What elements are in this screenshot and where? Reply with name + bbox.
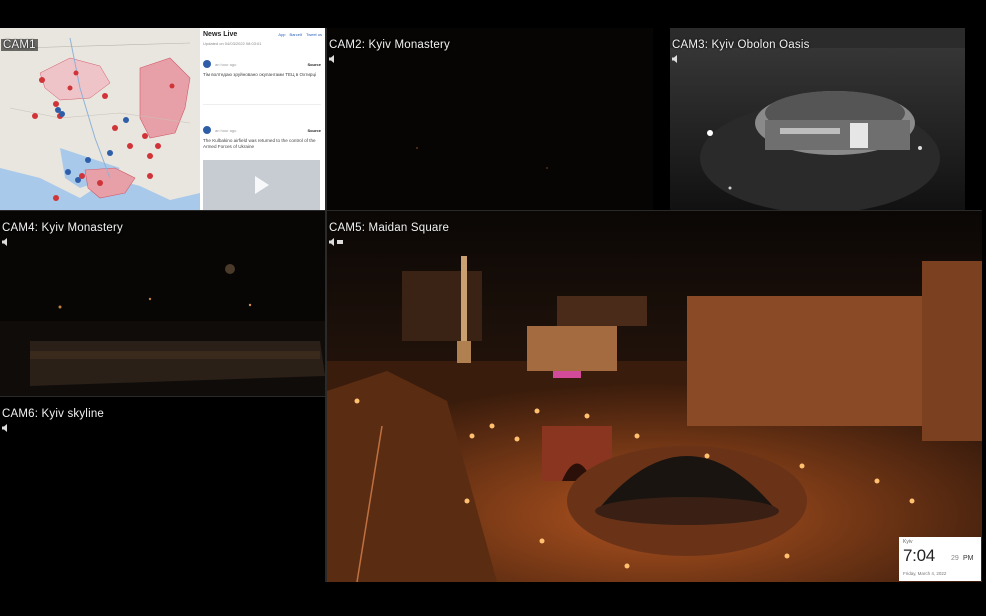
source-avatar-icon (203, 60, 211, 68)
news-nav-app[interactable]: App (278, 32, 285, 37)
speaker-icon[interactable] (2, 424, 14, 432)
news-updated: Updated on 04/03/2022 08:03:01 (203, 41, 262, 46)
clock-city: Kyiv (903, 539, 913, 545)
news-item-text: The Kulbakino airfield was returned to t… (203, 138, 316, 149)
grid-divider (0, 210, 982, 211)
news-nav-barcelt[interactable]: Barcelt (290, 32, 302, 37)
clock-date: Friday, March 4, 2022 (903, 571, 947, 576)
news-item[interactable]: an hour ago Source Тім волтедаю зруйнова… (203, 60, 321, 78)
cam5-video (327, 211, 982, 582)
cam6-feed[interactable]: CAM6: Kyiv skyline (0, 397, 325, 582)
source-avatar-icon (203, 126, 211, 134)
news-item[interactable]: an hour ago Source The Kulbakino airfiel… (203, 126, 321, 150)
cam3-feed[interactable]: CAM3: Kyiv Obolon Oasis (670, 28, 965, 210)
news-item-text: Тім волтедаю зруйновано окупантами ТЕЦ в… (203, 72, 317, 77)
speaker-icon[interactable] (672, 55, 684, 63)
news-item-time: an hour ago (215, 128, 237, 133)
cam-label: CAM5: Maidan Square (329, 222, 450, 234)
cam-label: CAM1 (1, 39, 38, 51)
news-nav: App Barcelt Tweet us (274, 32, 322, 37)
grid-divider (0, 396, 325, 397)
news-title: News Live (203, 31, 238, 38)
news-divider (203, 104, 321, 105)
play-icon[interactable] (255, 176, 269, 194)
speaker-icon[interactable] (2, 238, 14, 246)
cam-label: CAM2: Kyiv Monastery (329, 39, 450, 51)
news-nav-tweet[interactable]: Tweet us (306, 32, 322, 37)
clock-seconds: 29 (951, 555, 959, 562)
cam4-feed[interactable]: CAM4: Kyiv Monastery (0, 211, 325, 396)
clock-widget: Kyiv 7:04 29 PM Friday, March 4, 2022 (899, 537, 981, 581)
camera-grid: News Live App Barcelt Tweet us Updated on … (0, 28, 982, 582)
cam2-feed[interactable]: CAM2: Kyiv Monastery (327, 28, 653, 210)
war-map[interactable] (0, 28, 200, 210)
grid-divider (325, 28, 327, 582)
news-item-source[interactable]: Source (307, 62, 321, 67)
cam3-video (670, 28, 965, 210)
news-item-source[interactable]: Source (307, 128, 321, 133)
news-item-time: an hour ago (215, 62, 237, 67)
clock-time: 7:04 (903, 546, 935, 565)
news-live-panel: News Live App Barcelt Tweet us Updated on … (200, 28, 325, 210)
cam-label: CAM3: Kyiv Obolon Oasis (672, 39, 810, 51)
speaker-icon[interactable] (329, 238, 343, 246)
news-video-thumbnail[interactable] (203, 160, 320, 210)
clock-ampm: PM (963, 555, 974, 562)
cam-label: CAM6: Kyiv skyline (2, 408, 105, 420)
speaker-icon[interactable] (329, 55, 341, 63)
cam2-video (327, 28, 653, 210)
cam4-video (0, 211, 325, 396)
cam1-feed[interactable]: News Live App Barcelt Tweet us Updated on … (0, 28, 325, 210)
cam5-feed[interactable]: CAM5: Maidan Square Kyiv 7:04 29 PM Frid… (327, 211, 982, 582)
cam-label: CAM4: Kyiv Monastery (2, 222, 123, 234)
